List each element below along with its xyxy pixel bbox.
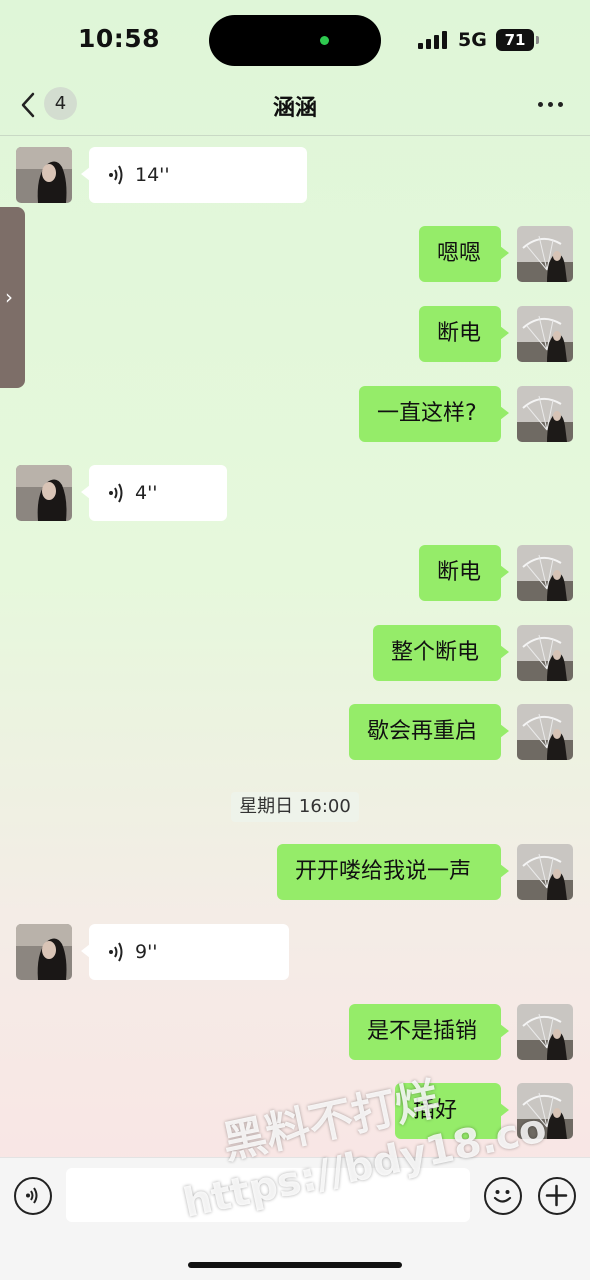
message-text: 一直这样? <box>377 401 477 426</box>
text-message-bubble[interactable]: 插好 <box>395 1083 509 1139</box>
message-row: 开开喽给我说一声 <box>0 844 590 900</box>
text-message-bubble[interactable]: 歇会再重启 <box>349 704 509 760</box>
message-text: 歇会再重启 <box>367 719 478 744</box>
text-message-bubble[interactable]: 嗯嗯 <box>419 226 509 282</box>
my-avatar-image <box>517 844 573 900</box>
message-input[interactable] <box>66 1168 470 1222</box>
message-row: 是不是插销 <box>0 1004 590 1060</box>
voice-message-bubble[interactable]: 14'' <box>81 147 307 203</box>
chat-header: 4 涵涵 <box>0 80 590 136</box>
text-message-bubble[interactable]: 断电 <box>419 545 509 601</box>
text-message-bubble[interactable]: 是不是插销 <box>349 1004 509 1060</box>
message-row: 一直这样? <box>0 386 590 442</box>
contact-avatar-image <box>16 465 72 521</box>
plus-icon <box>545 1184 568 1207</box>
message-text: 是不是插销 <box>367 1019 478 1044</box>
text-message-bubble[interactable]: 一直这样? <box>359 386 509 442</box>
unread-count-badge[interactable]: 4 <box>44 87 77 120</box>
my-avatar[interactable] <box>517 545 573 601</box>
my-avatar[interactable] <box>517 625 573 681</box>
more-actions-button[interactable] <box>538 1177 576 1215</box>
message-row: 14'' <box>0 147 590 203</box>
message-text: 嗯嗯 <box>437 241 482 266</box>
voice-input-button[interactable] <box>14 1177 52 1215</box>
dynamic-island <box>209 15 381 66</box>
timestamp: 星期日 16:00 <box>231 792 359 822</box>
text-message-bubble[interactable]: 开开喽给我说一声 <box>277 844 509 900</box>
contact-avatar-image <box>16 147 72 203</box>
voice-message-bubble[interactable]: 4'' <box>81 465 227 521</box>
message-text: 断电 <box>437 560 482 585</box>
message-row: 嗯嗯 <box>0 226 590 282</box>
my-avatar[interactable] <box>517 1083 573 1139</box>
my-avatar-image <box>517 226 573 282</box>
voice-wave-icon <box>109 483 123 503</box>
message-row: 整个断电 <box>0 625 590 681</box>
voice-message-bubble[interactable]: 9'' <box>81 924 289 980</box>
voice-icon <box>26 1187 38 1204</box>
chevron-left-icon[interactable] <box>18 90 38 120</box>
my-avatar[interactable] <box>517 1004 573 1060</box>
message-row: 断电 <box>0 545 590 601</box>
more-options-icon[interactable] <box>536 94 566 114</box>
my-avatar[interactable] <box>517 226 573 282</box>
message-row: 9'' <box>0 924 590 980</box>
status-time: 10:58 <box>78 24 161 53</box>
smiley-icon <box>493 1190 512 1203</box>
battery-icon: 71 <box>496 29 539 51</box>
voice-wave-icon <box>109 165 123 185</box>
my-avatar-image <box>517 1083 573 1139</box>
voice-wave-icon <box>109 942 123 962</box>
voice-duration: 9'' <box>135 941 158 963</box>
my-avatar[interactable] <box>517 386 573 442</box>
message-row: 断电 <box>0 306 590 362</box>
message-text: 整个断电 <box>391 640 480 665</box>
my-avatar[interactable] <box>517 844 573 900</box>
emoji-button[interactable] <box>484 1177 522 1215</box>
message-row: 歇会再重启 <box>0 704 590 760</box>
chat-title: 涵涵 <box>272 96 317 121</box>
contact-avatar-image <box>16 924 72 980</box>
my-avatar-image <box>517 306 573 362</box>
back-button[interactable] <box>18 90 38 126</box>
voice-duration: 4'' <box>135 482 158 504</box>
my-avatar-image <box>517 704 573 760</box>
my-avatar-image <box>517 386 573 442</box>
my-avatar-image <box>517 625 573 681</box>
voice-duration: 14'' <box>135 164 170 186</box>
status-bar: 10:58 5G 71 <box>0 0 590 80</box>
contact-avatar[interactable] <box>16 465 72 521</box>
signal-icon <box>418 31 450 49</box>
message-text: 插好 <box>413 1098 458 1123</box>
home-indicator <box>188 1262 402 1268</box>
my-avatar-image <box>517 1004 573 1060</box>
contact-avatar[interactable] <box>16 147 72 203</box>
text-message-bubble[interactable]: 整个断电 <box>373 625 509 681</box>
contact-avatar[interactable] <box>16 924 72 980</box>
my-avatar-image <box>517 545 573 601</box>
text-message-bubble[interactable]: 断电 <box>419 306 509 362</box>
network-type: 5G <box>458 29 487 51</box>
message-row: 插好 <box>0 1083 590 1139</box>
camera-indicator-icon <box>320 36 329 45</box>
message-text: 断电 <box>437 321 482 346</box>
my-avatar[interactable] <box>517 306 573 362</box>
my-avatar[interactable] <box>517 704 573 760</box>
message-text: 开开喽给我说一声 <box>295 859 472 884</box>
message-row: 4'' <box>0 465 590 521</box>
